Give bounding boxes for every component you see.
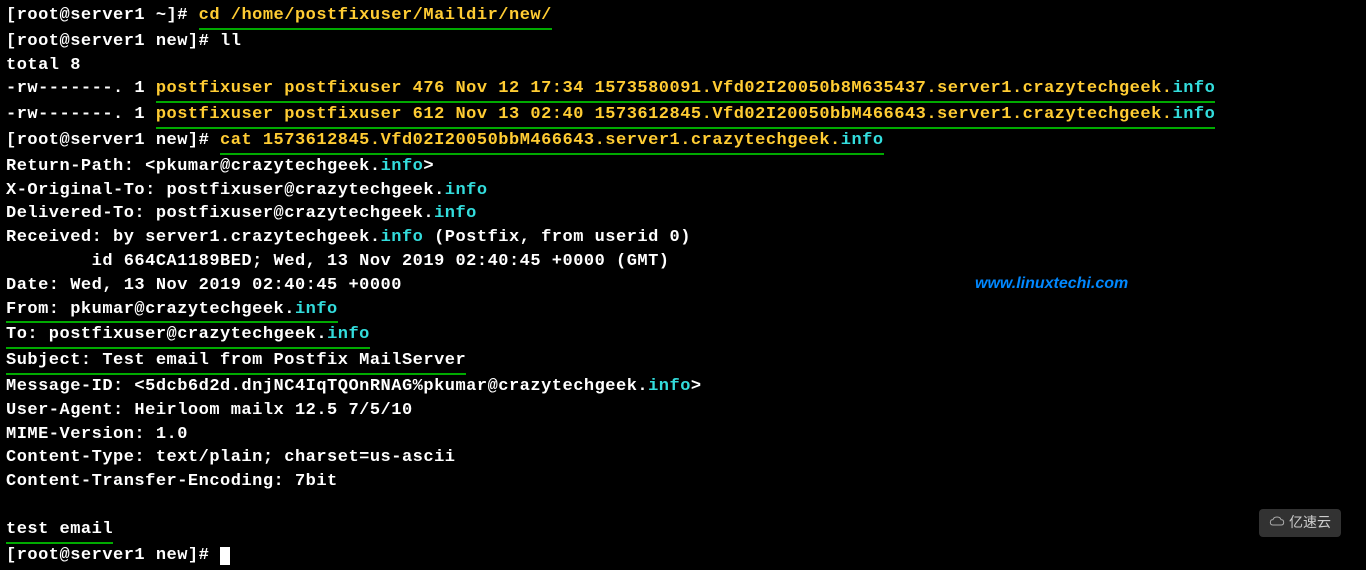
terminal-text-segment: [root@server1 new]# ll [6,32,241,51]
terminal-text-segment: > [423,157,434,176]
terminal-text-segment: id 664CA1189BED; Wed, 13 Nov 2019 02:40:… [6,252,670,271]
terminal-text-segment: info [381,228,424,247]
terminal-text-segment: info [434,204,477,223]
terminal-text-segment: Received: by server1.crazytechgeek. [6,228,381,247]
terminal-line: To: postfixuser@crazytechgeek.info [6,323,1360,349]
terminal-line: X-Original-To: postfixuser@crazytechgeek… [6,179,1360,203]
terminal-text-segment [6,496,17,515]
terminal-line: From: pkumar@crazytechgeek.info [6,298,1360,324]
terminal-line: -rw-------. 1 postfixuser postfixuser 61… [6,103,1360,129]
terminal-text-segment: Subject: Test email from Postfix MailSer… [6,349,466,375]
terminal-text-segment: Message-ID: <5dcb6d2d.dnjNC4IqTQOnRNAG%p… [6,377,648,396]
terminal-text-segment: info [1173,103,1216,129]
terminal-line: Message-ID: <5dcb6d2d.dnjNC4IqTQOnRNAG%p… [6,375,1360,399]
terminal-text-segment: [root@server1 ~]# [6,6,199,25]
terminal-line: Received: by server1.crazytechgeek.info … [6,226,1360,250]
terminal-line: MIME-Version: 1.0 [6,423,1360,447]
terminal-text-segment: Return-Path: <pkumar@crazytechgeek. [6,157,381,176]
terminal-text-segment: postfixuser postfixuser 612 Nov 13 02:40… [156,103,1173,129]
terminal-text-segment: total 8 [6,56,81,75]
terminal-line: id 664CA1189BED; Wed, 13 Nov 2019 02:40:… [6,250,1360,274]
terminal-text-segment: [root@server1 new]# [6,131,220,150]
terminal-text-segment: cd /home/postfixuser/Maildir/new/ [199,4,552,30]
terminal-text-segment: info [295,298,338,324]
terminal-line: -rw-------. 1 postfixuser postfixuser 47… [6,77,1360,103]
terminal-output[interactable]: [root@server1 ~]# cd /home/postfixuser/M… [6,4,1360,567]
terminal-text-segment: Delivered-To: postfixuser@crazytechgeek. [6,204,434,223]
terminal-text-segment: MIME-Version: 1.0 [6,425,188,444]
terminal-line: User-Agent: Heirloom mailx 12.5 7/5/10 [6,399,1360,423]
terminal-text-segment: (Postfix, from userid 0) [423,228,691,247]
terminal-line [6,494,1360,518]
terminal-text-segment: User-Agent: Heirloom mailx 12.5 7/5/10 [6,401,413,420]
terminal-line: [root@server1 new]# cat 1573612845.Vfd02… [6,129,1360,155]
watermark-link: www.linuxtechi.com [975,273,1128,295]
terminal-text-segment: Content-Type: text/plain; charset=us-asc… [6,448,455,467]
terminal-text-segment: info [648,377,691,396]
terminal-line: test email [6,518,1360,544]
terminal-line: [root@server1 new]# ll [6,30,1360,54]
terminal-text-segment: Content-Transfer-Encoding: 7bit [6,472,338,491]
terminal-line: Content-Transfer-Encoding: 7bit [6,470,1360,494]
terminal-line: Date: Wed, 13 Nov 2019 02:40:45 +0000 [6,274,1360,298]
terminal-text-segment: info [445,181,488,200]
watermark-logo-text: 亿速云 [1289,513,1331,533]
terminal-line: Content-Type: text/plain; charset=us-asc… [6,446,1360,470]
cloud-icon [1269,513,1285,533]
terminal-text-segment: postfixuser postfixuser 476 Nov 12 17:34… [156,77,1173,103]
terminal-line: Delivered-To: postfixuser@crazytechgeek.… [6,202,1360,226]
terminal-text-segment: X-Original-To: postfixuser@crazytechgeek… [6,181,445,200]
terminal-text-segment: info [841,129,884,155]
terminal-line: [root@server1 ~]# cd /home/postfixuser/M… [6,4,1360,30]
terminal-line: Subject: Test email from Postfix MailSer… [6,349,1360,375]
terminal-text-segment: To: postfixuser@crazytechgeek. [6,323,327,349]
terminal-text-segment: cat 1573612845.Vfd02I20050bbM466643.serv… [220,129,841,155]
terminal-text-segment: info [381,157,424,176]
terminal-text-segment: test email [6,518,113,544]
terminal-text-segment: info [1173,77,1216,103]
terminal-line: [root@server1 new]# [6,544,1360,568]
terminal-text-segment: > [691,377,702,396]
terminal-line: Return-Path: <pkumar@crazytechgeek.info> [6,155,1360,179]
terminal-text-segment: info [327,323,370,349]
terminal-cursor [220,547,230,565]
terminal-text-segment: From: pkumar@crazytechgeek. [6,298,295,324]
terminal-text-segment: -rw-------. 1 [6,105,156,124]
terminal-text-segment: -rw-------. 1 [6,79,156,98]
terminal-line: total 8 [6,54,1360,78]
watermark-logo: 亿速云 [1259,509,1341,537]
terminal-text-segment: Date: Wed, 13 Nov 2019 02:40:45 +0000 [6,276,402,295]
terminal-text-segment: [root@server1 new]# [6,546,220,565]
